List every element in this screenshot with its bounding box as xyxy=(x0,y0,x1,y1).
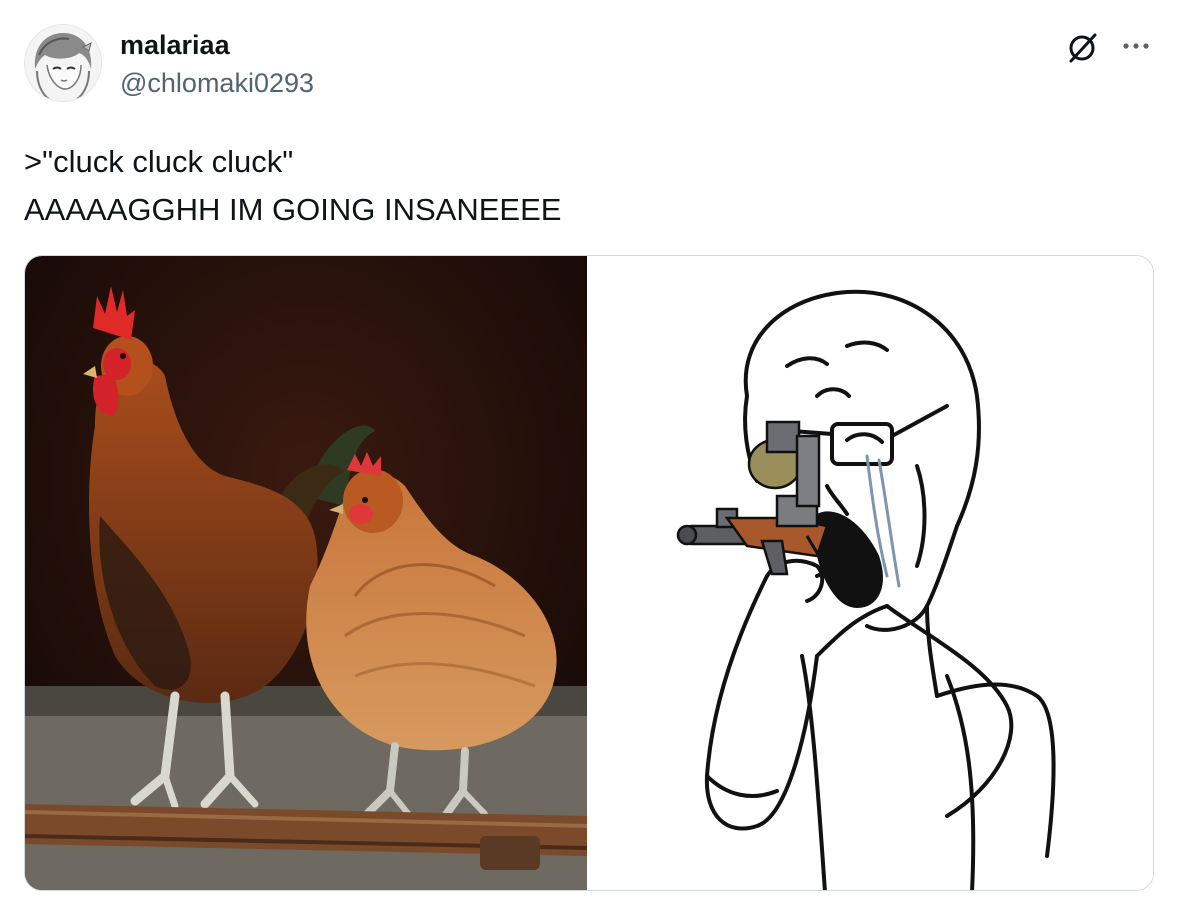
tweet-media[interactable] xyxy=(24,255,1154,891)
tweet-text-line-1: >"cluck cluck cluck" xyxy=(24,144,294,179)
tweet: malariaa @chlomaki0293 >"cluck cluck clu… xyxy=(0,0,1178,900)
grok-slash-circle-icon xyxy=(1069,33,1097,63)
author-display-name[interactable]: malariaa xyxy=(120,28,314,62)
author-avatar[interactable] xyxy=(24,24,102,102)
wojak-drawing xyxy=(587,256,1153,890)
author-handle[interactable]: @chlomaki0293 xyxy=(120,66,314,100)
more-dots-icon xyxy=(1123,43,1149,49)
media-wojak-drawing[interactable] xyxy=(587,256,1153,890)
media-photo-chickens[interactable] xyxy=(25,256,587,890)
chickens-photo xyxy=(25,256,587,890)
more-options-button[interactable] xyxy=(1116,28,1156,68)
grok-button[interactable] xyxy=(1062,28,1102,68)
tweet-text-line-2: AAAAAGGHH IM GOING INSANEEEE xyxy=(24,192,562,227)
avatar-image xyxy=(25,25,101,101)
tweet-text: >"cluck cluck cluck" AAAAAGGHH IM GOING … xyxy=(24,138,561,234)
author-names: malariaa @chlomaki0293 xyxy=(120,28,314,100)
